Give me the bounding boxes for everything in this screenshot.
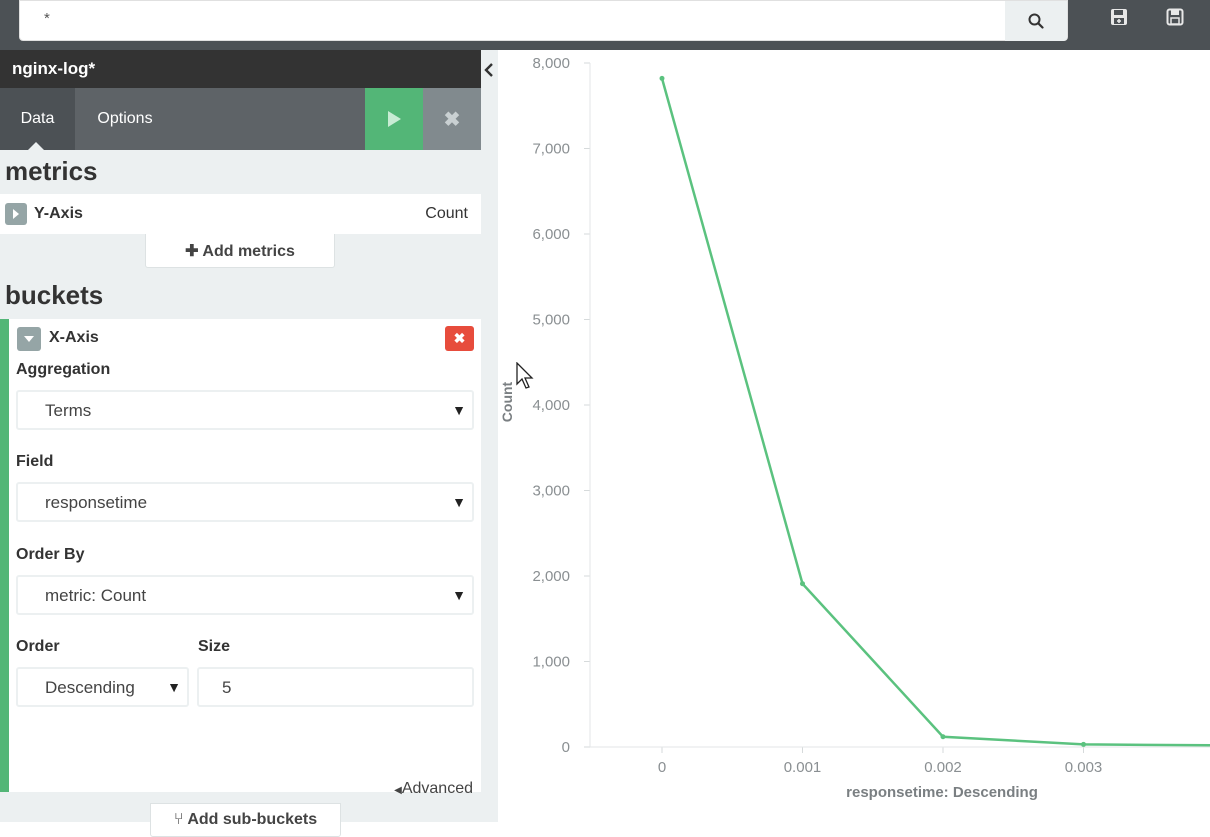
order-by-value: metric: Count [45,586,147,605]
y-axis-value: Count [425,205,468,222]
y-tick-label: 5,000 [532,312,570,329]
data-point[interactable] [940,734,946,740]
buckets-heading: buckets [5,280,104,310]
data-point[interactable] [800,581,805,587]
y-axis-title: Count [499,381,515,422]
sidebar-splitter[interactable] [481,50,498,822]
caret-down-icon [24,336,34,342]
tab-options-label: Options [97,110,153,127]
y-tick-label: 1,000 [532,654,570,671]
search-bar[interactable]: * [19,0,1068,41]
order-value: Descending [45,678,135,697]
order-by-select[interactable]: metric: Count ▼ [16,575,474,615]
advanced-toggle[interactable]: ◀Advanced [394,780,473,798]
x-tick-label: 0 [658,759,666,776]
play-icon [388,111,401,127]
caret-left-icon: ◀ [394,785,402,796]
size-label: Size [198,638,231,655]
y-axis-label: Y-Axis [34,205,83,222]
advanced-label: Advanced [401,780,473,797]
tab-data[interactable]: Data [0,88,75,150]
remove-bucket-button[interactable]: ✖ [445,326,474,351]
size-input[interactable]: 5 [197,667,474,707]
add-sub-buckets-button[interactable]: ⑂ Add sub-buckets [150,803,341,837]
tab-data-label: Data [20,110,55,127]
sub-buckets-icon: ⑂ [173,811,184,828]
size-value: 5 [222,678,232,697]
dropdown-arrow-icon: ▼ [452,494,466,510]
order-select[interactable]: Descending ▼ [16,667,189,707]
collapse-sidebar-icon[interactable] [481,60,498,80]
save-button[interactable] [1164,6,1186,28]
metrics-heading: metrics [5,156,98,186]
dropdown-arrow-icon: ▼ [452,587,466,603]
y-tick-label: 2,000 [532,568,570,585]
y-tick-label: 4,000 [532,397,570,414]
x-axis-title: responsetime: Descending [846,784,1038,801]
order-label: Order [16,638,60,655]
discard-changes-button[interactable]: ✖ [423,88,481,150]
mouse-cursor-icon [516,362,534,389]
index-pattern-title: nginx-log* [0,50,481,88]
y-tick-label: 8,000 [532,55,570,72]
active-tab-caret [28,142,44,150]
caret-right-icon [13,209,19,219]
plus-icon: ✚ [185,243,199,260]
y-tick-label: 0 [562,739,570,756]
sidebar-tabs: Data Options ✖ [0,88,481,150]
field-value: responsetime [45,493,148,512]
search-icon [1028,13,1044,29]
data-point[interactable] [659,75,665,81]
close-icon: ✖ [453,330,466,346]
aggregation-value: Terms [45,401,92,420]
data-point[interactable] [1081,741,1086,747]
metric-y-axis-row[interactable]: Y-Axis Count [0,194,481,234]
apply-changes-button[interactable] [365,88,423,150]
add-metrics-button[interactable]: ✚ Add metrics [145,234,335,268]
bucket-x-axis-panel: X-Axis ✖ Aggregation Terms ▼ Field respo… [0,319,481,837]
collapse-toggle[interactable] [17,327,41,351]
expand-toggle[interactable] [5,203,27,225]
tab-options[interactable]: Options [75,88,175,150]
y-tick-label: 6,000 [532,226,570,243]
dropdown-arrow-icon: ▼ [167,679,181,695]
bucket-accent-stripe [0,319,9,792]
y-tick-label: 3,000 [532,483,570,500]
order-by-label: Order By [16,546,85,563]
field-label: Field [16,453,54,470]
line-chart: 0 1,000 2,000 3,000 4,000 5,000 6,000 7,000 8,00… [499,55,1210,801]
field-select[interactable]: responsetime ▼ [16,482,474,522]
aggregation-select[interactable]: Terms ▼ [16,390,474,430]
x-tick-label: 0.002 [924,759,962,776]
x-tick-label: 0.003 [1065,759,1103,776]
aggregation-label: Aggregation [16,361,111,378]
top-navbar: * [0,0,1210,50]
dropdown-arrow-icon: ▼ [452,402,466,418]
search-input[interactable]: * [44,10,50,27]
y-tick-label: 7,000 [532,141,570,158]
vis-editor-sidebar: nginx-log* Data Options ✖ metrics Y-Axis… [0,50,481,837]
add-sub-buckets-label: Add sub-buckets [187,811,318,828]
x-tick-label: 0.001 [784,759,822,776]
series-line [660,78,1210,747]
close-icon: ✖ [443,108,461,131]
add-metrics-label: Add metrics [202,243,295,260]
save-as-button[interactable] [1108,6,1130,28]
x-axis-label: X-Axis [49,329,99,346]
save-icon [1166,8,1184,26]
search-button[interactable] [1005,1,1067,41]
save-as-icon [1111,9,1127,25]
